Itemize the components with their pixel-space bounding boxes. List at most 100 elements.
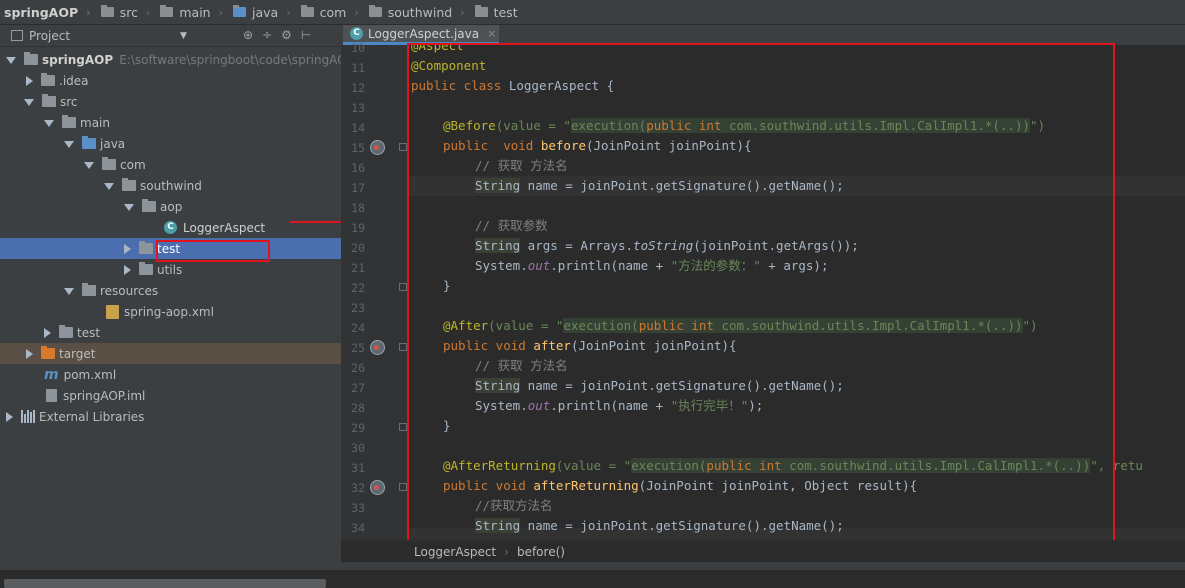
package-icon [368,5,382,17]
close-icon[interactable]: × [487,27,496,40]
xml-file-icon [106,304,119,319]
breadcrumb-src[interactable]: src › [97,0,157,24]
line-number: 34 [351,521,365,535]
editor-breadcrumb: LoggerAspect › before() [341,540,1185,562]
line-number: 29 [351,421,365,435]
breadcrumb-label: southwind [387,4,453,20]
expanded-arrow-icon[interactable] [64,141,74,148]
project-panel-title[interactable]: Project [29,29,70,43]
line-number: 17 [351,181,365,195]
libraries-icon [21,410,35,423]
expanded-arrow-icon[interactable] [44,120,54,127]
tree-item-springaop[interactable]: springAOP E:\software\springboot\code\sp… [0,49,347,70]
expanded-arrow-icon[interactable] [64,288,74,295]
expanded-arrow-icon[interactable] [104,183,114,190]
annotation-highlight-box [156,240,270,262]
expanded-arrow-icon[interactable] [124,204,134,211]
tab-label: LoggerAspect.java [368,26,480,41]
tree-item-src[interactable]: src [0,91,365,112]
line-number: 13 [351,101,365,115]
project-panel: Project ▼ ⊕ ÷ ⚙ ⊢ springAOP E:\software\… [0,25,465,588]
collapsed-arrow-icon[interactable] [26,75,33,86]
editor-gutter: 10 11 12 13 14 15 16 17 18 19 20 21 22 2… [341,41,407,539]
line-number: 31 [351,461,365,475]
expanded-arrow-icon[interactable] [6,57,16,64]
advice-gutter-icon[interactable] [370,340,385,355]
chevron-right-icon: › [504,544,509,559]
tree-item-label: utils [157,262,183,277]
package-icon [139,262,153,275]
chevron-right-icon: › [354,5,359,19]
tree-item-pom-xml[interactable]: m pom.xml [0,364,385,385]
advice-gutter-icon[interactable] [370,140,385,155]
locate-icon[interactable]: ⊕ [243,28,253,42]
tree-item-main[interactable]: main [0,112,385,133]
navigation-bar: springAOP › src › main › java › com › southwi… [0,0,1185,25]
breadcrumb-project[interactable]: springAOP › [0,0,97,24]
breadcrumb-label: java [252,4,279,20]
tree-item-label: LoggerAspect [183,220,266,235]
fold-marker-icon[interactable] [399,343,407,351]
folder-icon [41,73,55,86]
project-panel-header: Project ▼ ⊕ ÷ ⚙ ⊢ [0,25,341,47]
chevron-down-icon[interactable]: ▼ [180,31,187,41]
advice-gutter-icon[interactable] [370,480,385,495]
collapsed-arrow-icon[interactable] [124,243,131,254]
gear-icon[interactable]: ⚙ [281,28,292,42]
breadcrumb-method[interactable]: before() [517,545,565,559]
package-icon [139,241,153,254]
class-icon: C [350,27,363,40]
folder-icon [42,94,56,107]
collapsed-arrow-icon[interactable] [26,348,33,359]
fold-marker-icon[interactable] [399,283,407,291]
breadcrumb-label: main [179,4,211,20]
tree-item-label: External Libraries [39,409,145,424]
expanded-arrow-icon[interactable] [24,99,34,106]
tree-item-path: E:\software\springboot\code\springAO [119,52,347,67]
tree-item-target[interactable]: target [0,343,367,364]
collapsed-arrow-icon[interactable] [44,327,51,338]
breadcrumb-southwind[interactable]: southwind › [365,0,471,24]
line-number: 21 [351,261,365,275]
line-number: 12 [351,81,365,95]
tree-item-label: southwind [140,178,202,193]
line-number: 28 [351,401,365,415]
line-number: 20 [351,241,365,255]
package-icon [122,178,136,191]
breadcrumb-main[interactable]: main › [156,0,229,24]
folder-icon [59,325,73,338]
breadcrumb-class[interactable]: LoggerAspect [414,545,496,559]
hide-icon[interactable]: ⊢ [301,28,311,42]
tree-item-springaop-iml[interactable]: springAOP.iml [0,385,387,406]
source-folder-icon [82,136,96,149]
breadcrumb-label: test [493,4,518,20]
tree-item-label: resources [100,283,159,298]
tree-item-idea[interactable]: .idea [0,70,367,91]
tree-item-test-folder[interactable]: test [0,322,385,343]
expanded-arrow-icon[interactable] [84,162,94,169]
breadcrumb-com[interactable]: com › [297,0,365,24]
module-folder-icon [24,52,38,65]
tree-item-label: spring-aop.xml [124,304,214,319]
tree-item-label: src [60,94,78,109]
line-number: 24 [351,321,365,335]
collapse-icon[interactable]: ÷ [262,28,272,42]
tree-item-label: test [77,325,101,340]
tab-loggeraspect-java[interactable]: C LoggerAspect.java × [343,25,499,45]
tree-item-label: java [100,136,126,151]
breadcrumb-java[interactable]: java › [229,0,297,24]
folder-icon [100,5,114,17]
tree-item-label: springAOP.iml [63,388,146,403]
fold-marker-icon[interactable] [399,483,407,491]
collapsed-arrow-icon[interactable] [6,411,13,422]
fold-marker-icon[interactable] [399,143,407,151]
line-number: 11 [351,61,365,75]
package-icon [474,5,488,17]
horizontal-scrollbar[interactable] [4,579,326,588]
breadcrumb-test[interactable]: test [471,0,524,24]
tree-item-external-libraries[interactable]: External Libraries [0,406,347,427]
collapsed-arrow-icon[interactable] [124,264,131,275]
chevron-right-icon: › [460,5,465,19]
line-number: 22 [351,281,365,295]
fold-marker-icon[interactable] [399,423,407,431]
